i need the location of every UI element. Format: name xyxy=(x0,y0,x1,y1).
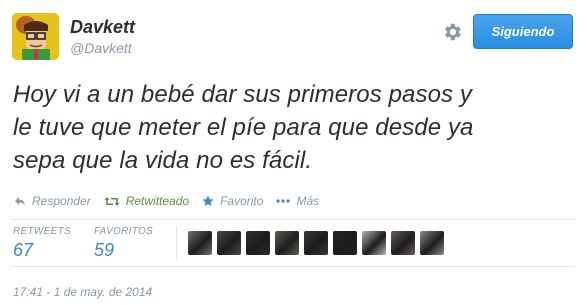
favoriter-avatar[interactable] xyxy=(217,231,241,255)
retweets-label: RETWEETS xyxy=(13,226,71,237)
divider xyxy=(10,266,575,267)
favoriter-avatar[interactable] xyxy=(362,231,386,255)
user-handle[interactable]: @Davkett xyxy=(70,40,132,56)
divider xyxy=(10,219,575,220)
retweet-icon xyxy=(104,196,120,207)
favoriter-avatar[interactable] xyxy=(391,231,415,255)
reply-button[interactable]: Responder xyxy=(14,194,91,208)
retweets-stat[interactable]: RETWEETS 67 xyxy=(13,226,71,261)
reply-label: Responder xyxy=(32,194,91,208)
user-avatar[interactable] xyxy=(12,13,59,60)
more-label: Más xyxy=(296,194,320,208)
tweet-timestamp[interactable]: 17:41 - 1 de may. de 2014 xyxy=(13,285,152,299)
favorite-label: Favorito xyxy=(220,194,264,208)
tweet-card: Davkett @Davkett Siguiendo Hoy vi a un b… xyxy=(0,0,587,305)
reply-icon xyxy=(14,196,26,206)
favorites-count: 59 xyxy=(94,240,115,260)
favoriter-avatar[interactable] xyxy=(420,231,444,255)
more-dots-icon xyxy=(276,199,291,203)
favorite-button[interactable]: Favorito xyxy=(202,194,263,208)
more-button[interactable]: Más xyxy=(276,194,319,208)
retweet-label: Retwitteado xyxy=(125,194,190,208)
display-name[interactable]: Davkett xyxy=(70,17,135,38)
tweet-text: Hoy vi a un bebé dar sus primeros pasos … xyxy=(13,78,578,177)
favoriter-avatars xyxy=(188,231,449,255)
favoriter-avatar[interactable] xyxy=(275,231,299,255)
favorites-label: FAVORITOS xyxy=(94,226,154,237)
tweet-text-line: Hoy vi a un bebé dar sus primeros pasos … xyxy=(13,81,472,108)
favoriter-avatar[interactable] xyxy=(333,231,357,255)
favorites-stat[interactable]: FAVORITOS 59 xyxy=(94,226,153,261)
retweet-button[interactable]: Retwitteado xyxy=(104,194,189,208)
tweet-text-line: sepa que la vida no es fácil. xyxy=(13,147,313,174)
star-icon xyxy=(202,195,214,207)
favoriter-avatar[interactable] xyxy=(188,231,212,255)
tweet-text-line: le tuve que meter el píe para que desde … xyxy=(13,114,474,141)
tweet-actions: Responder Retwitteado Favorito Más xyxy=(14,192,332,210)
favoriter-avatar[interactable] xyxy=(246,231,270,255)
retweets-count: 67 xyxy=(13,240,34,260)
cartoon-avatar-icon xyxy=(12,13,59,60)
gear-icon[interactable] xyxy=(441,21,463,43)
stat-divider xyxy=(176,226,177,260)
favoriter-avatar[interactable] xyxy=(304,231,328,255)
following-button[interactable]: Siguiendo xyxy=(473,14,573,49)
